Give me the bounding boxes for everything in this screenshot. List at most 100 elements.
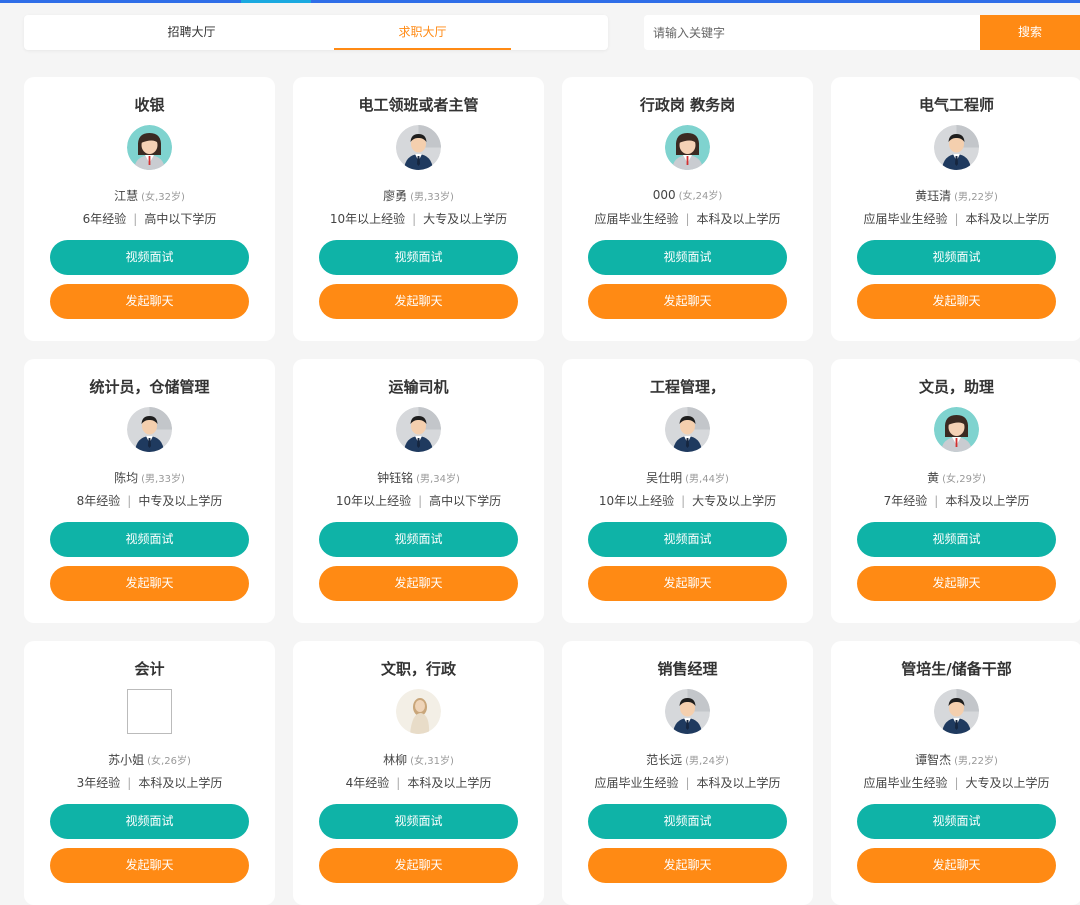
start-chat-button[interactable]: 发起聊天 <box>50 284 249 319</box>
candidate-name: 江慧 <box>114 189 139 203</box>
job-title: 电工领班或者主管 <box>358 96 479 114</box>
candidate-meta: (女,24岁) <box>678 191 723 202</box>
start-chat-button[interactable]: 发起聊天 <box>319 566 518 601</box>
candidate-name: 谭智杰 <box>915 753 952 767</box>
info-separator: | <box>685 212 690 226</box>
experience-text: 应届毕业生经验 <box>863 776 948 790</box>
experience-text: 应届毕业生经验 <box>594 212 679 226</box>
education-text: 本科及以上学历 <box>945 494 1030 508</box>
education-text: 本科及以上学历 <box>407 776 492 790</box>
experience-text: 应届毕业生经验 <box>863 212 948 226</box>
education-text: 大专及以上学历 <box>423 212 508 226</box>
tab-jobseeker-hall[interactable]: 求职大厅 <box>334 15 511 50</box>
candidate-meta: (女,31岁) <box>410 756 454 767</box>
candidate-meta: (男,33岁) <box>410 192 454 203</box>
info-separator: | <box>954 776 959 790</box>
start-chat-button[interactable]: 发起聊天 <box>588 284 787 319</box>
candidate-name: 范长远 <box>646 753 683 767</box>
candidate-name-line: 黄珏清 (男,22岁) <box>831 187 1080 204</box>
start-chat-button[interactable]: 发起聊天 <box>50 848 249 883</box>
candidate-card: 收银 江慧 (女,32岁) 6年经验 | 高中以下学历 视频面试 发起聊天 <box>24 77 275 341</box>
candidate-info: 10年以上经验 | 高中以下学历 <box>293 492 544 509</box>
video-interview-button[interactable]: 视频面试 <box>50 522 249 557</box>
candidate-name: 钟钰铭 <box>377 471 414 485</box>
candidate-meta: (女,32岁) <box>141 192 185 203</box>
education-text: 本科及以上学历 <box>965 212 1050 226</box>
education-text: 本科及以上学历 <box>696 776 781 790</box>
tab-recruitment-hall[interactable]: 招聘大厅 <box>84 15 299 50</box>
candidate-meta: (男,34岁) <box>416 474 460 485</box>
start-chat-button[interactable]: 发起聊天 <box>857 566 1056 601</box>
candidate-info: 7年经验 | 本科及以上学历 <box>831 492 1080 509</box>
candidate-card: 文职，行政 林柳 (女,31岁) 4年经验 | 本科及以上学历 视频面试 发起聊天 <box>293 641 544 905</box>
info-separator: | <box>934 494 939 508</box>
info-separator: | <box>681 494 686 508</box>
experience-text: 7年经验 <box>883 494 928 508</box>
info-separator: | <box>418 494 423 508</box>
video-interview-button[interactable]: 视频面试 <box>319 522 518 557</box>
video-interview-button[interactable]: 视频面试 <box>50 240 249 275</box>
experience-text: 6年经验 <box>82 212 127 226</box>
female-avatar-icon <box>665 125 710 170</box>
search-button[interactable]: 搜索 <box>980 15 1080 50</box>
candidate-card: 管培生/储备干部 谭智杰 (男,22岁) 应届毕业生经验 | 大专及以上学历 视频面试 发起聊… <box>831 641 1080 905</box>
candidate-info: 8年经验 | 中专及以上学历 <box>24 492 275 509</box>
photo-avatar-icon <box>396 689 441 734</box>
experience-text: 10年以上经验 <box>329 212 406 226</box>
candidate-meta: (女,26岁) <box>147 756 191 767</box>
start-chat-button[interactable]: 发起聊天 <box>588 566 787 601</box>
video-interview-button[interactable]: 视频面试 <box>857 522 1056 557</box>
start-chat-button[interactable]: 发起聊天 <box>588 848 787 883</box>
candidate-name: 吴仕明 <box>646 471 683 485</box>
video-interview-button[interactable]: 视频面试 <box>50 804 249 839</box>
candidate-name: 陈均 <box>114 471 139 485</box>
hall-tabs: 招聘大厅 求职大厅 <box>24 15 608 50</box>
video-interview-button[interactable]: 视频面试 <box>588 240 787 275</box>
job-title: 管培生/储备干部 <box>901 660 1012 678</box>
education-text: 中专及以上学历 <box>138 494 223 508</box>
info-separator: | <box>127 494 132 508</box>
start-chat-button[interactable]: 发起聊天 <box>857 284 1056 319</box>
candidate-card: 销售经理 范长远 (男,24岁) 应届毕业生经验 | 本科及以上学历 视频面试 发起聊天 <box>562 641 813 905</box>
male-avatar-icon <box>665 689 710 734</box>
male-avatar-icon <box>665 407 710 452</box>
candidate-card: 会计苏小姐 (女,26岁) 3年经验 | 本科及以上学历视频面试发起聊天 <box>24 641 275 905</box>
video-interview-button[interactable]: 视频面试 <box>319 804 518 839</box>
video-interview-button[interactable]: 视频面试 <box>857 240 1056 275</box>
start-chat-button[interactable]: 发起聊天 <box>857 848 1056 883</box>
video-interview-button[interactable]: 视频面试 <box>588 522 787 557</box>
experience-text: 3年经验 <box>76 776 121 790</box>
candidate-info: 10年以上经验 | 大专及以上学历 <box>293 210 544 227</box>
info-separator: | <box>685 776 690 790</box>
video-interview-button[interactable]: 视频面试 <box>857 804 1056 839</box>
start-chat-button[interactable]: 发起聊天 <box>319 284 518 319</box>
info-separator: | <box>412 212 417 226</box>
candidate-info: 应届毕业生经验 | 本科及以上学历 <box>831 210 1080 227</box>
job-title: 收银 <box>134 96 165 114</box>
candidate-name-line: 廖勇 (男,33岁) <box>293 187 544 204</box>
top-accent-segment <box>241 0 311 3</box>
start-chat-button[interactable]: 发起聊天 <box>319 848 518 883</box>
female-avatar-icon <box>934 407 979 452</box>
candidate-name: 黄珏清 <box>915 189 952 203</box>
candidate-info: 应届毕业生经验 | 本科及以上学历 <box>562 774 813 791</box>
candidate-name: 苏小姐 <box>108 753 145 767</box>
job-title: 会计 <box>134 660 165 678</box>
candidate-name: 林柳 <box>383 753 408 767</box>
candidate-name-line: 黄 (女,29岁) <box>831 469 1080 486</box>
candidate-info: 应届毕业生经验 | 大专及以上学历 <box>831 774 1080 791</box>
video-interview-button[interactable]: 视频面试 <box>588 804 787 839</box>
education-text: 本科及以上学历 <box>696 212 781 226</box>
job-title: 电气工程师 <box>918 96 994 114</box>
candidate-card: 统计员，仓储管理 陈均 (男,33岁) 8年经验 | 中专及以上学历 视频面试 发起聊天 <box>24 359 275 623</box>
candidate-meta: (男,44岁) <box>685 474 729 485</box>
candidate-name: 廖勇 <box>383 189 408 203</box>
video-interview-button[interactable]: 视频面试 <box>319 240 518 275</box>
male-avatar-icon <box>396 125 441 170</box>
experience-text: 应届毕业生经验 <box>594 776 679 790</box>
candidate-name-line: 000 (女,24岁) <box>562 187 813 202</box>
job-title: 行政岗 教务岗 <box>639 96 736 114</box>
candidate-info: 3年经验 | 本科及以上学历 <box>24 774 275 791</box>
search-input[interactable] <box>644 15 983 50</box>
start-chat-button[interactable]: 发起聊天 <box>50 566 249 601</box>
